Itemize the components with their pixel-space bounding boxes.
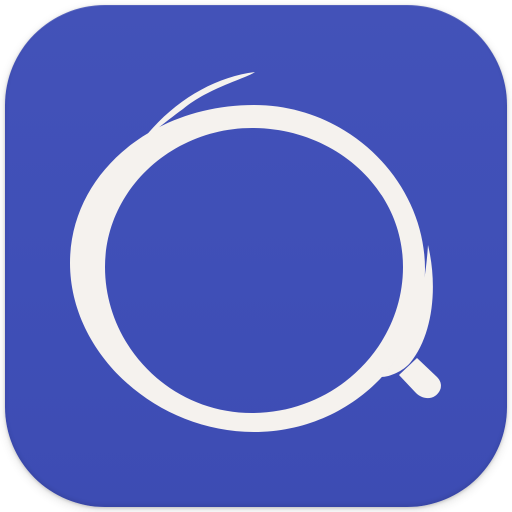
- app-icon[interactable]: [5, 5, 507, 507]
- icon-canvas: [0, 0, 512, 512]
- lens-ring: [70, 105, 425, 432]
- magnifying-glass-icon: [70, 72, 441, 432]
